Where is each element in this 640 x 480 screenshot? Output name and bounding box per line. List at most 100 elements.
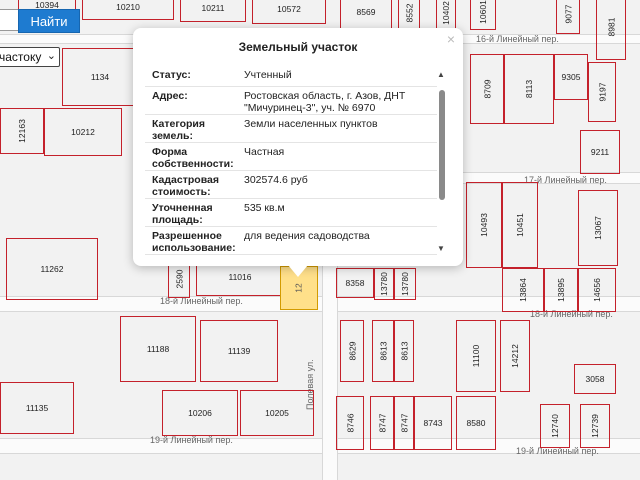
parcel-number: 9211	[590, 147, 610, 157]
parcel-number: 11139	[227, 346, 251, 356]
parcel[interactable]: 8746	[336, 396, 364, 450]
parcel[interactable]: 10601	[470, 0, 496, 30]
parcel[interactable]: 8613	[372, 320, 394, 382]
detail-value: Частная	[244, 146, 285, 158]
parcel[interactable]: 13895	[544, 268, 578, 312]
parcel-number: 3058	[585, 374, 605, 384]
parcel-number: 11100	[471, 344, 481, 368]
parcel[interactable]: 9305	[554, 54, 588, 100]
parcel[interactable]: 8358	[336, 268, 374, 298]
parcel[interactable]: 10493	[466, 182, 502, 268]
detail-key: Кадастровая стоимость:	[152, 174, 219, 198]
parcel[interactable]: 13780	[394, 268, 416, 300]
parcel[interactable]: 8569	[340, 0, 392, 30]
parcel[interactable]: 8580	[456, 396, 496, 450]
detail-row: Уточненная площадь: 535 кв.м	[145, 199, 437, 227]
parcel-number: 8743	[423, 418, 443, 428]
parcel[interactable]: 9197	[588, 62, 616, 122]
parcel-number: 12740	[549, 414, 560, 438]
parcel[interactable]: 8743	[414, 396, 452, 450]
parcel[interactable]: 8981	[596, 0, 626, 60]
parcel-number: 8358	[345, 278, 365, 288]
close-icon[interactable]: ×	[447, 31, 455, 47]
parcel-number: 10210	[116, 2, 140, 12]
parcel[interactable]: 11188	[120, 316, 196, 382]
parcel[interactable]: 8709	[470, 54, 504, 124]
parcel[interactable]: 8629	[340, 320, 364, 382]
parcel-number: 8709	[481, 79, 492, 99]
parcel-number: 13067	[592, 216, 603, 240]
parcel[interactable]: 12163	[0, 108, 44, 154]
detail-row: Статус: Учтенный	[145, 66, 437, 87]
scrollbar-thumb[interactable]	[439, 90, 445, 200]
parcel-number: 13780	[400, 272, 411, 296]
parcel[interactable]: 13864	[502, 268, 544, 312]
parcel-number: 10451	[514, 213, 525, 237]
parcel-number: 11135	[25, 403, 49, 413]
parcel[interactable]: 12740	[540, 404, 570, 448]
parcel-number: 10212	[71, 127, 95, 137]
parcel-number: 8981	[605, 17, 616, 37]
parcel-number: 9197	[596, 82, 607, 102]
parcel-number: 14656	[591, 278, 602, 302]
parcel-number: 1134	[90, 72, 110, 82]
detail-row: Адрес: Ростовская область, г. Азов, ДНТ "…	[145, 87, 437, 115]
parcel-number: 11262	[40, 264, 64, 274]
parcel-number: 10205	[265, 408, 289, 418]
parcel-number: 11188	[146, 344, 170, 354]
popup-pointer	[288, 265, 308, 277]
detail-value: 535 кв.м	[244, 202, 285, 214]
parcel-number: 10206	[188, 408, 212, 418]
parcel[interactable]: 12739	[580, 404, 610, 448]
parcel-number: 9077	[562, 4, 573, 24]
parcel[interactable]: 10451	[502, 182, 538, 268]
parcel[interactable]: 13780	[374, 268, 394, 300]
scroll-down-arrow-icon[interactable]: ▼	[437, 244, 445, 253]
parcel-number: 2590	[173, 269, 184, 289]
parcel[interactable]: 13067	[578, 190, 618, 266]
detail-value: 302574.6 руб	[244, 174, 308, 186]
street-label: 19-й Линейный пер.	[150, 435, 233, 445]
parcel-number: 13864	[517, 278, 528, 302]
parcel-number: 10211	[201, 3, 225, 13]
parcel-number: 12163	[16, 119, 27, 143]
parcel-number: 10572	[277, 4, 301, 14]
object-type-select[interactable]: частоку ⌄	[0, 47, 60, 67]
parcel[interactable]: 8613	[394, 320, 414, 382]
parcel[interactable]: 9077	[556, 0, 580, 34]
detail-row: Форма собственности: Частная	[145, 143, 437, 171]
find-button[interactable]: Найти	[18, 9, 80, 33]
parcel[interactable]: 11135	[0, 382, 74, 434]
parcel-number: 10493	[478, 213, 489, 237]
parcel[interactable]: 10572	[252, 0, 326, 24]
parcel[interactable]: 14656	[578, 268, 616, 312]
detail-key: Адрес:	[152, 90, 188, 102]
parcel[interactable]: 10205	[240, 390, 314, 436]
parcel[interactable]: 11100	[456, 320, 496, 392]
detail-value: Ростовская область, г. Азов, ДНТ "Мичури…	[244, 90, 406, 114]
parcel[interactable]: 10212	[44, 108, 122, 156]
scroll-up-arrow-icon[interactable]: ▲	[437, 70, 445, 79]
parcel-number: 8746	[344, 413, 355, 433]
parcel[interactable]: 8113	[504, 54, 554, 124]
parcel[interactable]: 10206	[162, 390, 238, 436]
parcel[interactable]: 8747	[370, 396, 394, 450]
parcel[interactable]: 8747	[394, 396, 414, 450]
parcel[interactable]: 10211	[180, 0, 246, 22]
popup-title: Земельный участок	[238, 40, 358, 54]
parcel-number: 13895	[555, 278, 566, 302]
parcel-number: 10402	[441, 1, 452, 25]
parcel[interactable]: 10210	[82, 0, 174, 20]
parcel[interactable]: 14212	[500, 320, 530, 392]
parcel[interactable]: 1134	[62, 48, 138, 106]
street-label: 16-й Линейный пер.	[476, 34, 559, 44]
parcel[interactable]: 11139	[200, 320, 278, 382]
parcel[interactable]: 9211	[580, 130, 620, 174]
popup-details-table: Статус: Учтенный Адрес: Ростовская область…	[145, 66, 437, 256]
parcel[interactable]: 11262	[6, 238, 98, 300]
chevron-down-icon: ⌄	[46, 50, 56, 62]
parcel-number: 8580	[466, 418, 486, 428]
search-input[interactable]	[0, 9, 18, 31]
parcel-number: 13780	[379, 272, 390, 296]
parcel[interactable]: 3058	[574, 364, 616, 394]
